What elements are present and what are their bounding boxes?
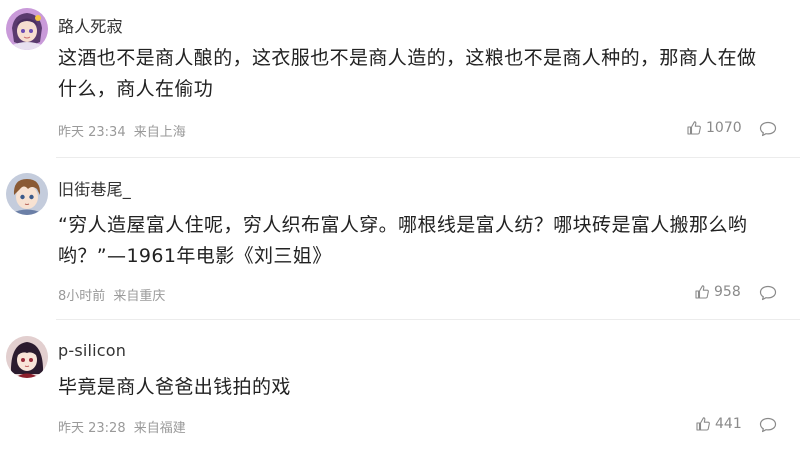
like-count: 441 bbox=[715, 416, 742, 432]
like-count: 1070 bbox=[706, 120, 742, 136]
comment-text: 毕竟是商人爸爸出钱拍的戏 bbox=[58, 376, 291, 398]
anime-girl-avatar-icon bbox=[6, 8, 48, 50]
avatar[interactable] bbox=[6, 336, 48, 378]
comment-item: p-silicon 毕竟是商人爸爸出钱拍的戏 昨天 23:28 来自福建 441 bbox=[0, 320, 800, 461]
like-button[interactable]: 1070 bbox=[686, 120, 742, 136]
comment-location: 来自福建 bbox=[133, 421, 186, 436]
like-count: 958 bbox=[714, 284, 741, 300]
thumbs-up-icon bbox=[694, 284, 710, 300]
comment-bubble-icon bbox=[759, 285, 777, 301]
comment-time: 昨天 23:28 bbox=[58, 421, 126, 436]
avatar[interactable] bbox=[6, 8, 48, 50]
username[interactable]: p-silicon bbox=[58, 341, 126, 360]
comment-meta: 昨天 23:28 来自福建 bbox=[58, 417, 186, 436]
comment-meta: 8小时前 来自重庆 bbox=[58, 285, 165, 304]
anime-boy-avatar-icon bbox=[6, 173, 48, 215]
comment-time: 8小时前 bbox=[58, 289, 106, 304]
username[interactable]: 路人死寂 bbox=[58, 13, 123, 37]
comment-item: 旧街巷尾_ “穷人造屋富人住呢，穷人织布富人穿。哪根线是富人纺？哪块砖是富人搬那… bbox=[0, 158, 800, 319]
like-button[interactable]: 958 bbox=[694, 284, 741, 300]
thumbs-up-icon bbox=[695, 416, 711, 432]
reply-button[interactable] bbox=[759, 121, 777, 137]
dark-haired-girl-avatar-icon bbox=[6, 336, 48, 378]
comment-location: 来自上海 bbox=[133, 125, 186, 140]
like-button[interactable]: 441 bbox=[695, 416, 742, 432]
comment-item: 路人死寂 这酒也不是商人酿的，这衣服也不是商人造的，这粮也不是商人种的，那商人在… bbox=[0, 0, 800, 160]
comment-text: “穷人造屋富人住呢，穷人织布富人穿。哪根线是富人纺？哪块砖是富人搬那么哟哟？”—… bbox=[58, 214, 748, 267]
comment-bubble-icon bbox=[759, 121, 777, 137]
comment-location: 来自重庆 bbox=[113, 289, 166, 304]
reply-button[interactable] bbox=[759, 417, 777, 433]
comment-bubble-icon bbox=[759, 417, 777, 433]
thumbs-up-icon bbox=[686, 120, 702, 136]
avatar[interactable] bbox=[6, 173, 48, 215]
comment-text: 这酒也不是商人酿的，这衣服也不是商人造的，这粮也不是商人种的，那商人在做什么，商… bbox=[58, 47, 757, 100]
username[interactable]: 旧街巷尾_ bbox=[58, 176, 131, 200]
comment-meta: 昨天 23:34 来自上海 bbox=[58, 121, 186, 140]
comment-time: 昨天 23:34 bbox=[58, 125, 126, 140]
reply-button[interactable] bbox=[759, 285, 777, 301]
